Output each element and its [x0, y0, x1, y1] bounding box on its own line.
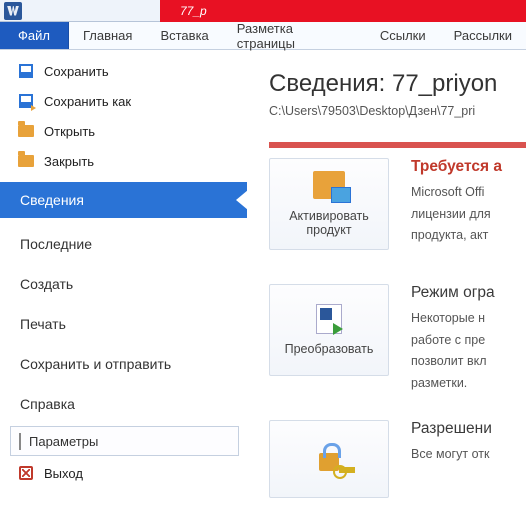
- convert-line4: разметки.: [411, 375, 495, 393]
- word-app-icon: [4, 2, 22, 20]
- tab-file[interactable]: Файл: [0, 22, 69, 49]
- backstage-left-menu: Сохранить Сохранить как Открыть Закрыть …: [0, 50, 247, 518]
- permissions-row: Разрешени Все могут отк: [269, 420, 526, 498]
- convert-line2: работе с пре: [411, 332, 495, 350]
- info-path: C:\Users\79503\Desktop\Дзен\77_pri: [269, 104, 526, 118]
- activate-product-button[interactable]: Активировать продукт: [269, 158, 389, 250]
- menu-exit-label: Выход: [44, 466, 83, 481]
- close-folder-icon: [18, 153, 34, 169]
- activation-row: Активировать продукт Требуется а Microso…: [269, 146, 526, 250]
- exit-icon: [18, 465, 34, 481]
- document-tab[interactable]: 77_p: [160, 0, 526, 22]
- protect-document-button[interactable]: [269, 420, 389, 498]
- menu-info-label: Сведения: [20, 192, 84, 208]
- menu-exit[interactable]: Выход: [0, 458, 247, 488]
- tab-mailings[interactable]: Рассылки: [440, 22, 526, 49]
- menu-save-as-label: Сохранить как: [44, 94, 131, 109]
- titlebar: 77_p: [0, 0, 526, 22]
- tab-home[interactable]: Главная: [69, 22, 146, 49]
- menu-help[interactable]: Справка: [0, 384, 247, 424]
- menu-save-send[interactable]: Сохранить и отправить: [0, 344, 247, 384]
- menu-save-label: Сохранить: [44, 64, 109, 79]
- activation-line2: лицензии для: [411, 206, 502, 224]
- menu-new[interactable]: Создать: [0, 264, 247, 304]
- menu-open-label: Открыть: [44, 124, 95, 139]
- backstage-info-panel: Сведения: 77_priyon C:\Users\79503\Deskt…: [247, 50, 526, 518]
- convert-button[interactable]: Преобразовать: [269, 284, 389, 376]
- menu-close-label: Закрыть: [44, 154, 94, 169]
- permissions-text: Разрешени Все могут отк: [411, 420, 492, 464]
- ribbon-tabs: Файл Главная Вставка Разметка страницы С…: [0, 22, 526, 50]
- convert-heading: Режим огра: [411, 284, 495, 302]
- info-title: Сведения: 77_priyon: [269, 70, 526, 98]
- permissions-line1: Все могут отк: [411, 446, 492, 464]
- convert-line1: Некоторые н: [411, 310, 495, 328]
- backstage: Сохранить Сохранить как Открыть Закрыть …: [0, 50, 526, 518]
- tab-insert[interactable]: Вставка: [146, 22, 222, 49]
- tab-page-layout[interactable]: Разметка страницы: [223, 22, 366, 49]
- activation-line3: продукта, акт: [411, 227, 502, 245]
- convert-icon: [313, 304, 345, 336]
- save-icon: [18, 63, 34, 79]
- lock-key-icon: [313, 443, 345, 475]
- activation-line1: Microsoft Offi: [411, 184, 502, 202]
- menu-print[interactable]: Печать: [0, 304, 247, 344]
- tab-references[interactable]: Ссылки: [366, 22, 440, 49]
- activation-heading: Требуется а: [411, 158, 502, 176]
- menu-options-label: Параметры: [29, 434, 98, 449]
- menu-recent[interactable]: Последние: [0, 224, 247, 264]
- menu-save[interactable]: Сохранить: [0, 56, 247, 86]
- menu-options[interactable]: Параметры: [10, 426, 239, 456]
- menu-open[interactable]: Открыть: [0, 116, 247, 146]
- open-folder-icon: [18, 123, 34, 139]
- save-as-icon: [18, 93, 34, 109]
- convert-row: Преобразовать Режим огра Некоторые н раб…: [269, 284, 526, 392]
- options-icon: [19, 434, 21, 449]
- menu-info-selected[interactable]: Сведения: [0, 182, 247, 218]
- convert-line3: позволит вкл: [411, 353, 495, 371]
- convert-label: Преобразовать: [285, 342, 374, 356]
- activation-text: Требуется а Microsoft Offi лицензии для …: [411, 158, 502, 245]
- activate-icon: [313, 171, 345, 203]
- convert-text: Режим огра Некоторые н работе с пре позв…: [411, 284, 495, 392]
- menu-close[interactable]: Закрыть: [0, 146, 247, 176]
- menu-save-as[interactable]: Сохранить как: [0, 86, 247, 116]
- activate-label: Активировать продукт: [276, 209, 382, 237]
- permissions-heading: Разрешени: [411, 420, 492, 438]
